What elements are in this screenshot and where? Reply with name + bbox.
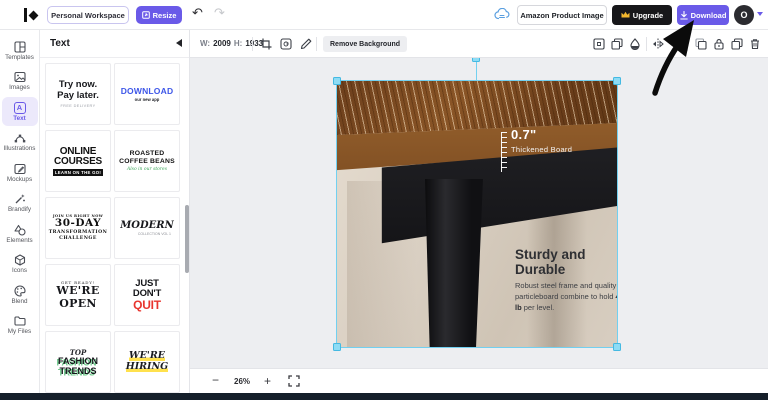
measurement-ruler [501,132,507,172]
workspace-label: Personal Workspace [51,10,125,20]
steel-leg [425,179,483,347]
panel-scrollbar[interactable] [185,205,189,273]
text-template-online-courses[interactable]: ONLINE COURSES LEARN ON THE GO! [45,130,111,192]
top-bar: Personal Workspace Resize ↶ ↷ Amazon Pro… [0,0,768,30]
sidebar-item-text[interactable]: A Text [1,97,38,126]
remove-background-button[interactable]: Remove Background [323,36,408,52]
images-icon [13,71,26,83]
flip-icon[interactable] [652,38,664,50]
sidebar-item-images[interactable]: Images [2,67,38,96]
resize-icon [141,11,150,19]
selection-handle-top-left[interactable] [333,77,341,85]
cube-icon [14,254,25,266]
text-template-top-fashion[interactable]: TOP FASHION TRENDS [45,331,111,393]
visibility-eye-icon[interactable] [670,38,682,50]
tool-sidebar: Templates Images A Text Illustrations Mo… [0,30,40,393]
sidebar-item-elements[interactable]: Elements [2,219,38,248]
sidebar-item-templates[interactable]: Templates [2,36,38,65]
zoom-bar: − 26% + [190,368,768,393]
account-menu-caret-icon[interactable] [757,12,763,16]
sturdy-durable-headline: Sturdy and Durable [515,247,586,278]
canvas-area[interactable]: 0.7" Thickened Board Sturdy and Durable … [190,58,768,368]
download-icon [679,10,688,20]
text-template-roasted-coffee[interactable]: ROASTED COFFEE BEANS Also in our stores [114,130,180,192]
mockups-icon [13,163,26,174]
text-template-were-hiring-script[interactable]: WE'RE HIRING [114,331,180,393]
download-button[interactable]: Download [677,5,729,25]
shadow-icon[interactable] [629,38,641,50]
redo-button[interactable]: ↷ [214,5,225,21]
width-value: 2009 [213,39,231,48]
text-template-modern[interactable]: MODERN COLLECTION VOL 1 [114,197,180,259]
selection-handle-bottom-left[interactable] [333,343,341,351]
board-thickness-label: 0.7" [511,127,537,142]
replace-image-icon[interactable] [280,38,292,50]
product-body-text: Robust steel frame and quality particleb… [515,281,617,312]
delete-trash-icon[interactable] [749,38,761,50]
palette-icon [14,284,26,297]
crown-icon [621,11,630,18]
sidebar-item-blend[interactable]: Blend [2,280,38,309]
edit-pencil-icon[interactable] [300,38,312,50]
dimensions-readout: W: 2009 H: 1933 [200,39,264,48]
illustrations-icon [14,134,25,143]
rotation-handle-line [476,62,477,80]
folder-icon [13,316,26,326]
brandify-wand-icon [15,194,25,204]
bring-forward-icon[interactable] [695,38,707,50]
elements-icon [13,224,26,236]
layers-icon[interactable] [611,38,623,50]
bottom-edge-strip [0,393,768,400]
canvas-toolbar: W: 2009 H: 1933 Remove Background [190,30,768,58]
sidebar-item-mockups[interactable]: Mockups [2,158,38,187]
zoom-level[interactable]: 26% [234,377,250,386]
rotation-handle[interactable] [472,58,480,62]
templates-icon [13,40,26,53]
design-title-field[interactable]: Amazon Product Image [517,5,607,25]
lock-icon[interactable] [713,38,725,50]
text-template-download-app[interactable]: DOWNLOAD our new app [114,63,180,125]
text-template-30-day[interactable]: JOIN US RIGHT NOW 30-DAY TRANSFORMATION … [45,197,111,259]
crop-icon[interactable] [260,38,272,50]
thickened-board-label: Thickened Board [511,145,573,154]
zoom-in-button[interactable]: + [264,374,271,388]
panel-collapse-icon[interactable] [176,39,182,47]
undo-button[interactable]: ↶ [192,5,203,21]
sidebar-item-illustrations[interactable]: Illustrations [2,128,38,157]
text-template-try-pay[interactable]: Try now. Pay later. FREE DELIVERY [45,63,111,125]
text-template-were-open[interactable]: GET READY! WE'RE OPEN [45,264,111,326]
upgrade-button[interactable]: Upgrade [612,5,672,25]
selection-handle-bottom-right[interactable] [613,343,621,351]
position-icon[interactable] [593,38,605,50]
text-icon: A [13,101,26,114]
product-image[interactable]: 0.7" Thickened Board Sturdy and Durable … [337,81,617,347]
pixelied-editor: Personal Workspace Resize ↶ ↷ Amazon Pro… [0,0,768,400]
sidebar-item-my-files[interactable]: My Files [2,311,38,340]
cloud-sync-icon [494,7,511,26]
workspace-button[interactable]: Personal Workspace [47,6,129,24]
resize-label: Resize [152,10,177,20]
sidebar-item-icons[interactable]: Icons [2,250,38,279]
panel-title: Text [50,38,70,49]
fullscreen-icon[interactable] [288,375,300,387]
app-logo-icon[interactable] [24,8,40,22]
sidebar-item-brandify[interactable]: Brandify [2,189,38,218]
text-templates-panel: Try now. Pay later. FREE DELIVERY DOWNLO… [40,30,190,393]
avatar[interactable]: O [734,5,754,25]
zoom-out-button[interactable]: − [212,373,219,387]
selection-handle-top-right[interactable] [613,77,621,85]
panel-header: Text [40,30,189,58]
text-template-just-dont-quit[interactable]: JUST DON'T QUIT [114,264,180,326]
duplicate-icon[interactable] [731,38,743,50]
resize-button[interactable]: Resize [136,6,182,24]
